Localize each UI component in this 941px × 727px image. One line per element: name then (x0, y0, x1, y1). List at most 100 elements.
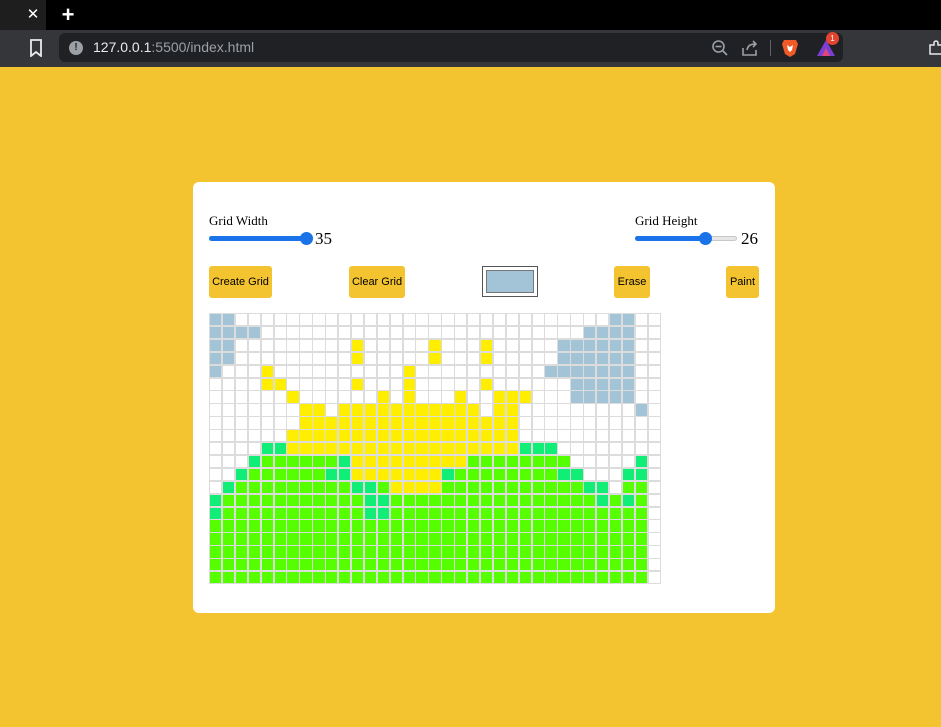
grid-cell[interactable] (350, 493, 365, 507)
grid-cell[interactable] (325, 480, 339, 495)
grid-cell[interactable] (286, 571, 300, 585)
grid-cell[interactable] (479, 325, 494, 340)
grid-cell[interactable] (570, 506, 584, 520)
grid-cell[interactable] (479, 429, 494, 443)
grid-cell[interactable] (247, 390, 262, 404)
grid-cell[interactable] (209, 325, 223, 340)
grid-cell[interactable] (492, 545, 507, 559)
grid-cell[interactable] (492, 493, 507, 507)
grid-cell[interactable] (415, 313, 429, 327)
grid-cell[interactable] (479, 532, 494, 546)
grid-cell[interactable] (312, 506, 326, 520)
grid-cell[interactable] (518, 454, 532, 469)
grid-cell[interactable] (260, 454, 274, 469)
grid-cell[interactable] (557, 325, 571, 340)
grid-cell[interactable] (286, 403, 300, 417)
grid-cell[interactable] (338, 506, 352, 520)
grid-cell[interactable] (350, 325, 365, 340)
grid-cell[interactable] (363, 338, 378, 353)
grid-cell[interactable] (505, 506, 520, 520)
grid-cell[interactable] (492, 558, 507, 572)
grid-cell[interactable] (234, 325, 249, 340)
grid-cell[interactable] (583, 480, 597, 495)
grid-cell[interactable] (596, 506, 610, 520)
grid-cell[interactable] (454, 325, 468, 340)
grid-cell[interactable] (441, 325, 455, 340)
grid-cell[interactable] (583, 429, 597, 443)
grid-cell[interactable] (260, 429, 274, 443)
grid-cell[interactable] (247, 442, 262, 456)
grid-cell[interactable] (247, 480, 262, 495)
grid-cell[interactable] (299, 454, 313, 469)
grid-cell[interactable] (350, 403, 365, 417)
grid-cell[interactable] (273, 519, 287, 533)
grid-cell[interactable] (338, 390, 352, 404)
grid-cell[interactable] (608, 313, 623, 327)
grid-cell[interactable] (363, 416, 378, 430)
grid-cell[interactable] (234, 493, 249, 507)
grid-cell[interactable] (376, 532, 391, 546)
grid-cell[interactable] (273, 429, 287, 443)
grid-cell[interactable] (621, 467, 636, 482)
grid-cell[interactable] (350, 532, 365, 546)
close-tab-icon[interactable]: ✕ (24, 6, 42, 24)
grid-cell[interactable] (621, 480, 636, 495)
grid-cell[interactable] (209, 467, 223, 482)
grid-cell[interactable] (363, 403, 378, 417)
grid-cell[interactable] (479, 480, 494, 495)
grid-cell[interactable] (544, 416, 558, 430)
grid-cell[interactable] (621, 442, 636, 456)
grid-cell[interactable] (234, 338, 249, 353)
grid-cell[interactable] (479, 558, 494, 572)
zoom-out-icon[interactable] (711, 39, 729, 57)
grid-cell[interactable] (402, 480, 416, 495)
grid-cell[interactable] (260, 519, 274, 533)
grid-cell[interactable] (376, 480, 391, 495)
grid-cell[interactable] (312, 519, 326, 533)
grid-cell[interactable] (467, 403, 481, 417)
grid-cell[interactable] (273, 403, 287, 417)
grid-cell[interactable] (647, 532, 661, 546)
grid-cell[interactable] (350, 467, 365, 482)
grid-cell[interactable] (376, 377, 391, 391)
grid-cell[interactable] (338, 493, 352, 507)
grid-cell[interactable] (505, 519, 520, 533)
grid-cell[interactable] (260, 493, 274, 507)
grid-cell[interactable] (454, 467, 468, 482)
grid-cell[interactable] (299, 506, 313, 520)
grid-cell[interactable] (286, 506, 300, 520)
grid-cell[interactable] (557, 545, 571, 559)
grid-cell[interactable] (570, 351, 584, 366)
grid-cell[interactable] (454, 390, 468, 404)
grid-cell[interactable] (402, 364, 416, 378)
grid-cell[interactable] (647, 493, 661, 507)
grid-cell[interactable] (415, 364, 429, 378)
grid-cell[interactable] (247, 532, 262, 546)
grid-cell[interactable] (415, 390, 429, 404)
grid-cell[interactable] (299, 416, 313, 430)
grid-cell[interactable] (209, 442, 223, 456)
grid-cell[interactable] (221, 364, 236, 378)
grid-cell[interactable] (402, 571, 416, 585)
grid-cell[interactable] (634, 571, 649, 585)
grid-cell[interactable] (634, 467, 649, 482)
grid-cell[interactable] (428, 416, 442, 430)
grid-cell[interactable] (596, 558, 610, 572)
grid-cell[interactable] (273, 416, 287, 430)
grid-cell[interactable] (325, 338, 339, 353)
grid-cell[interactable] (454, 338, 468, 353)
grid-cell[interactable] (621, 506, 636, 520)
grid-cell[interactable] (376, 571, 391, 585)
grid-cell[interactable] (415, 480, 429, 495)
grid-cell[interactable] (363, 442, 378, 456)
grid-cell[interactable] (415, 429, 429, 443)
grid-cell[interactable] (441, 377, 455, 391)
grid-cell[interactable] (454, 480, 468, 495)
grid-cell[interactable] (286, 442, 300, 456)
grid-cell[interactable] (544, 493, 558, 507)
grid-cell[interactable] (454, 364, 468, 378)
grid-cell[interactable] (350, 351, 365, 366)
grid-cell[interactable] (389, 558, 403, 572)
grid-cell[interactable] (325, 377, 339, 391)
grid-cell[interactable] (402, 467, 416, 482)
